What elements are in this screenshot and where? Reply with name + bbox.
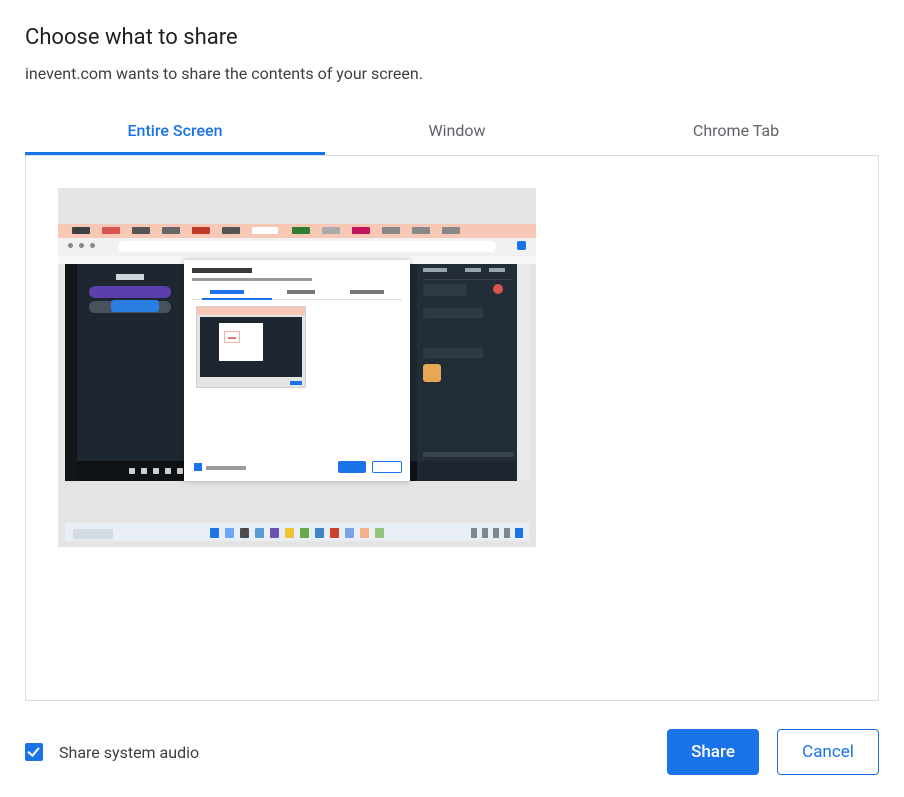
preview-area — [25, 156, 879, 701]
dialog-footer: Share system audio Share Cancel — [25, 701, 879, 775]
share-audio-checkbox[interactable] — [25, 743, 43, 761]
tab-chrome-tab[interactable]: Chrome Tab — [589, 111, 883, 155]
tab-window[interactable]: Window — [325, 111, 589, 155]
dialog-subtitle: inevent.com wants to share the contents … — [25, 64, 879, 83]
share-audio-label: Share system audio — [59, 743, 199, 762]
screen-thumbnail[interactable] — [58, 188, 536, 547]
dialog-title: Choose what to share — [25, 25, 879, 50]
source-tabs: Entire Screen Window Chrome Tab — [25, 111, 879, 156]
cancel-button[interactable]: Cancel — [777, 729, 879, 775]
tab-entire-screen[interactable]: Entire Screen — [25, 111, 325, 155]
share-button[interactable]: Share — [667, 729, 759, 775]
